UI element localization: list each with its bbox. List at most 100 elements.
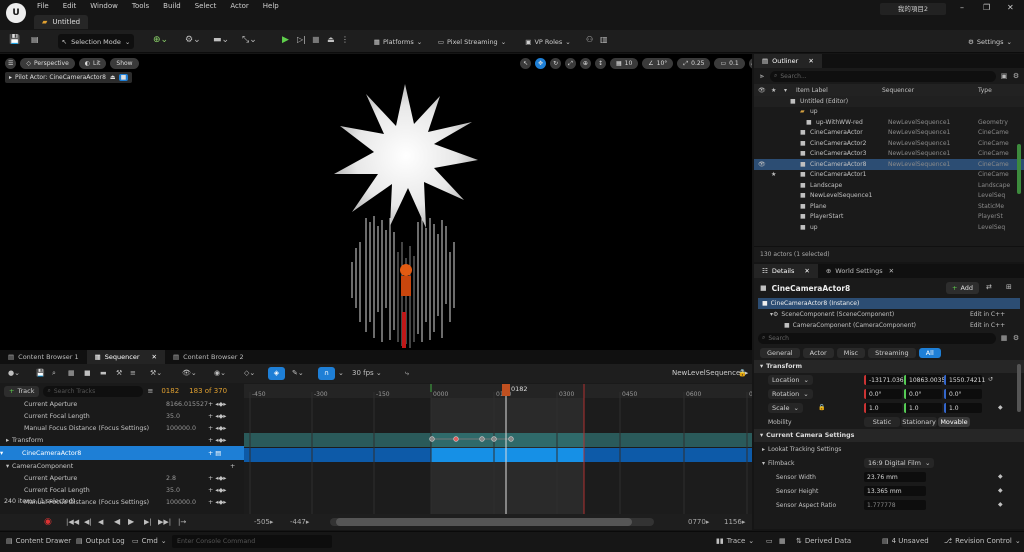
sequence-options-icon[interactable]: ●⌄	[8, 369, 20, 377]
outliner-scrollbar[interactable]	[1017, 144, 1021, 194]
filter-general[interactable]: General	[760, 348, 800, 358]
surface-snap-icon[interactable]: ↕	[594, 58, 606, 69]
location-dropdown[interactable]: Location ⌄	[768, 375, 813, 385]
menu-build[interactable]: Build	[163, 2, 181, 10]
expand-icon[interactable]: ▾	[6, 463, 9, 470]
outliner-settings-icon[interactable]: ⚙	[1012, 72, 1020, 80]
auto-key-icon[interactable]: ◉⌄	[214, 369, 226, 377]
rotation-dropdown[interactable]: Rotation ⌄	[768, 389, 813, 399]
reset-icon[interactable]: ↺	[988, 376, 993, 383]
outliner-search-input[interactable]: ⌕ Search...	[770, 70, 996, 82]
step-icon[interactable]: ▷|	[297, 35, 306, 44]
status-grid-icon[interactable]: ▦	[779, 537, 786, 545]
perspective-button[interactable]: ◇ Perspective	[20, 58, 75, 69]
list-icon[interactable]: ≡	[130, 369, 136, 377]
range-view-end[interactable]: 0770▸	[688, 518, 709, 526]
menu-window[interactable]: Window	[90, 2, 118, 10]
details-scrollbar[interactable]	[1017, 364, 1021, 412]
outliner-row[interactable]: ■ Untitled (Editor)	[754, 96, 1024, 107]
pixel-streaming-dropdown[interactable]: ▭ Pixel Streaming ⌄	[436, 34, 508, 49]
filmback-dropdown[interactable]: 16:9 Digital Film ⌄	[864, 458, 935, 468]
rotation-z[interactable]: 0.0°	[944, 389, 982, 399]
cmd-dropdown[interactable]: ▭ Cmd ⌄	[132, 537, 167, 545]
menu-edit[interactable]: Edit	[63, 2, 77, 10]
add-component-button[interactable]: + Add	[946, 282, 980, 294]
filter-all[interactable]: All	[918, 348, 941, 358]
render-icon[interactable]: ▦	[68, 369, 75, 377]
modes-icon[interactable]: ⤡⌄	[242, 35, 257, 45]
edit-cpp-link-2[interactable]: Edit in C++	[970, 322, 1005, 329]
step-back-key-icon[interactable]: ◀|	[84, 518, 92, 526]
sequence-lock-icon[interactable]: 🔒	[738, 369, 747, 377]
col-item-label[interactable]: Item Label	[796, 87, 828, 94]
keyframe-icon-3[interactable]: ◆	[998, 501, 1003, 508]
outliner-row[interactable]: ■ CineCameraActor NewLevelSequence1 CineCam…	[754, 128, 1024, 139]
vr-icon[interactable]: ▥	[600, 35, 608, 44]
angle-snap-button[interactable]: ∠ 10°	[642, 58, 674, 69]
visibility-icon[interactable]: 👁	[758, 161, 766, 168]
track-value[interactable]: 100000.0	[166, 425, 196, 432]
scale-dropdown[interactable]: Scale ⌄	[768, 403, 803, 413]
track-value[interactable]: 35.0	[166, 413, 180, 420]
snap-icon[interactable]: ∩	[318, 367, 335, 380]
range-view-start[interactable]: -447▸	[290, 518, 309, 526]
content-drawer-button[interactable]: ▤ Content Drawer	[6, 537, 71, 545]
mobility-stationary[interactable]: Stationary	[901, 417, 937, 427]
add-key-icon[interactable]: + ◂◆▸	[208, 437, 226, 444]
camera-cut-icon[interactable]: ■	[84, 369, 91, 377]
component-instance-row[interactable]: ■ CineCameraActor8 (Instance)	[758, 298, 1020, 309]
menu-actor[interactable]: Actor	[230, 2, 248, 10]
expand-icon[interactable]: ▸	[6, 437, 9, 444]
outliner-row[interactable]: ■ NewLevelSequence1 LevelSeq	[754, 191, 1024, 202]
actor-name[interactable]: CineCameraActor8	[772, 284, 851, 293]
jump-start-icon[interactable]: |◀◀	[66, 518, 79, 526]
track-row[interactable]: Current Aperture 8166.015527 + ◂◆▸	[0, 398, 244, 410]
track-value[interactable]: 8166.015527	[166, 401, 208, 408]
trace-button[interactable]: ▮▮ Trace ⌄	[716, 537, 754, 545]
waveform-icon[interactable]: ⤷	[405, 369, 409, 378]
track-row[interactable]: Manual Focus Distance (Focus Settings) 10…	[0, 422, 244, 434]
save-sequence-icon[interactable]: 💾	[36, 369, 45, 377]
add-key-icon[interactable]: +	[230, 463, 235, 470]
translate-tool-icon[interactable]: ✥	[535, 58, 547, 69]
eject-icon[interactable]: ⏏	[327, 35, 335, 44]
track-value[interactable]: 2.8	[166, 475, 176, 482]
stop-icon[interactable]: ■	[312, 35, 320, 44]
grid-snap-button[interactable]: ▦ 10	[609, 58, 639, 69]
sort-icon[interactable]: ▾	[784, 87, 787, 94]
close-sequencer-icon[interactable]: ✕	[152, 353, 157, 361]
rotation-x[interactable]: 0.0°	[864, 389, 902, 399]
sequence-name[interactable]: NewLevelSequence1▸	[672, 369, 748, 377]
keyframe[interactable]	[491, 436, 497, 442]
details-search-input[interactable]: ⌕ Search	[758, 332, 996, 344]
console-input[interactable]: Enter Console Command	[172, 535, 332, 548]
add-key-icon[interactable]: + ◂◆▸	[208, 401, 226, 408]
timeline-area[interactable]: -450-300-1500000015003000450060007 0182	[244, 384, 752, 514]
add-key-icon[interactable]: + ◂◆▸	[208, 475, 226, 482]
camera-component-row[interactable]: ■ CameraComponent (CameraComponent) Edit i…	[758, 320, 1020, 330]
scene-component-row[interactable]: ▾⚙ SceneComponent (SceneComponent) Edit in…	[758, 309, 1020, 320]
menu-tools[interactable]: Tools	[132, 2, 149, 10]
filter-misc[interactable]: Misc	[836, 348, 866, 358]
scale-reset-icon[interactable]: ◆	[998, 404, 1003, 411]
outliner-row[interactable]: ■ CineCameraActor2 NewLevelSequence1 CineCa…	[754, 138, 1024, 149]
tab-details[interactable]: ☷ Details ✕	[754, 264, 818, 278]
blueprint-add-icon[interactable]: ⇄	[986, 283, 992, 291]
keyframe-icon-2[interactable]: ◆	[998, 487, 1003, 494]
add-key-icon[interactable]: + ◂◆▸	[208, 413, 226, 420]
world-icon[interactable]: ⊕	[579, 58, 591, 69]
multiuser-icon[interactable]: ⚇	[586, 35, 593, 44]
details-settings-icon[interactable]: ⚙	[1012, 334, 1020, 342]
lit-button[interactable]: ◐ Lit	[78, 58, 107, 69]
vp-roles-dropdown[interactable]: ▣ VP Roles ⌄	[522, 34, 574, 49]
col-sequencer[interactable]: Sequencer	[882, 87, 914, 94]
selection-mode-dropdown[interactable]: ↖ Selection Mode ⌄	[58, 34, 134, 49]
brush-icon[interactable]: ✎⌄	[292, 369, 304, 377]
menu-select[interactable]: Select	[195, 2, 217, 10]
outliner-row[interactable]: ■ Plane StaticMe	[754, 201, 1024, 212]
pin-icon[interactable]: ★	[771, 171, 776, 178]
add-key-icon[interactable]: + ▤	[208, 450, 221, 457]
cinematics-icon[interactable]: ▬⌄	[213, 35, 229, 45]
tab-content-browser-1[interactable]: ▤ Content Browser 1	[0, 350, 87, 364]
outliner-row[interactable]: ■ up-WithWW-red NewLevelSequence1 Geometry	[754, 117, 1024, 128]
